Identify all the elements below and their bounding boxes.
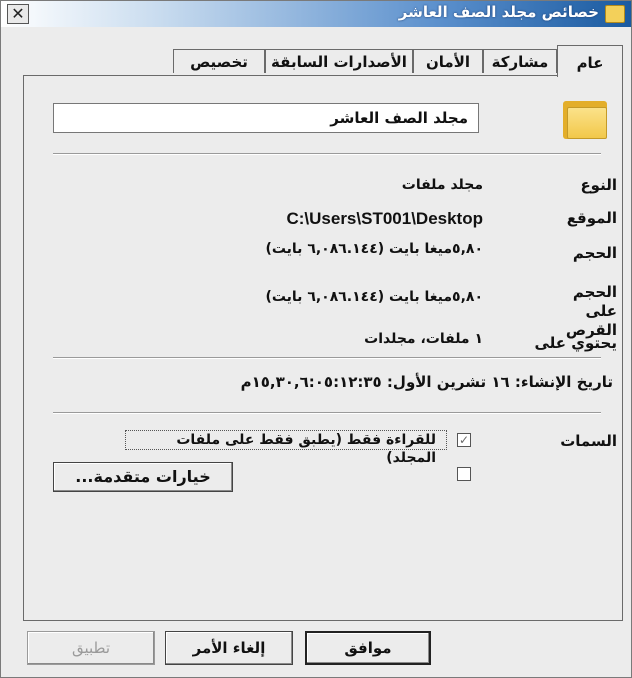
type-label: النوع: [580, 176, 617, 194]
folder-name-input[interactable]: مجلد الصف العاشر: [53, 103, 479, 133]
cancel-button[interactable]: إلغاء الأمر: [165, 631, 293, 665]
size-label: الحجم: [572, 244, 617, 262]
tab-previous-versions[interactable]: الأصدارات السابقة: [265, 49, 413, 73]
type-value: مجلد ملفات: [401, 177, 483, 193]
folder-icon: [563, 97, 607, 139]
contains-label: يحتوي على: [534, 334, 618, 352]
contains-value: ١ ملفات، مجلدات: [364, 331, 483, 347]
divider: [53, 357, 601, 359]
location-value: C:\Users\ST001\Desktop: [286, 209, 483, 228]
location-label: الموقع: [566, 209, 617, 227]
size-on-disk-value: ٥,٨٠ميغا بايت (٦,٠٨٦.١٤٤ بايت): [265, 289, 483, 305]
divider: [53, 412, 601, 414]
tab-security[interactable]: الأمان: [413, 49, 483, 73]
divider: [53, 153, 601, 155]
created-date: تاريخ الإنشاء: ١٦ تشرين الأول: ١٥,٣٠,٦:٠…: [240, 373, 613, 391]
advanced-options-button[interactable]: خيارات متقدمة...: [53, 462, 233, 492]
tab-panel-general: [23, 75, 623, 621]
apply-button[interactable]: تطبيق: [27, 631, 155, 665]
folder-icon: [605, 5, 625, 23]
attributes-label: السمات: [560, 432, 617, 450]
tab-sharing[interactable]: مشاركة: [483, 49, 557, 73]
size-value: ٥,٨٠ميغا بايت (٦,٠٨٦.١٤٤ بايت): [265, 241, 483, 257]
hidden-checkbox[interactable]: [457, 467, 471, 481]
tab-general[interactable]: عام: [557, 45, 623, 77]
readonly-checkbox-label[interactable]: للقراءة فقط (يطبق فقط على ملفات المجلد): [125, 430, 447, 466]
title-bar[interactable]: خصائص مجلد الصف العاشر ✕: [1, 1, 631, 27]
window-title: خصائص مجلد الصف العاشر: [398, 3, 599, 21]
readonly-checkbox[interactable]: ✓: [457, 433, 471, 447]
ok-button[interactable]: موافق: [305, 631, 431, 665]
close-button[interactable]: ✕: [7, 4, 29, 24]
tab-customize[interactable]: تخصيص: [173, 49, 265, 73]
properties-dialog: خصائص مجلد الصف العاشر ✕ عام مشاركة الأم…: [0, 0, 632, 678]
size-on-disk-label: الحجم على القرص: [565, 283, 617, 339]
